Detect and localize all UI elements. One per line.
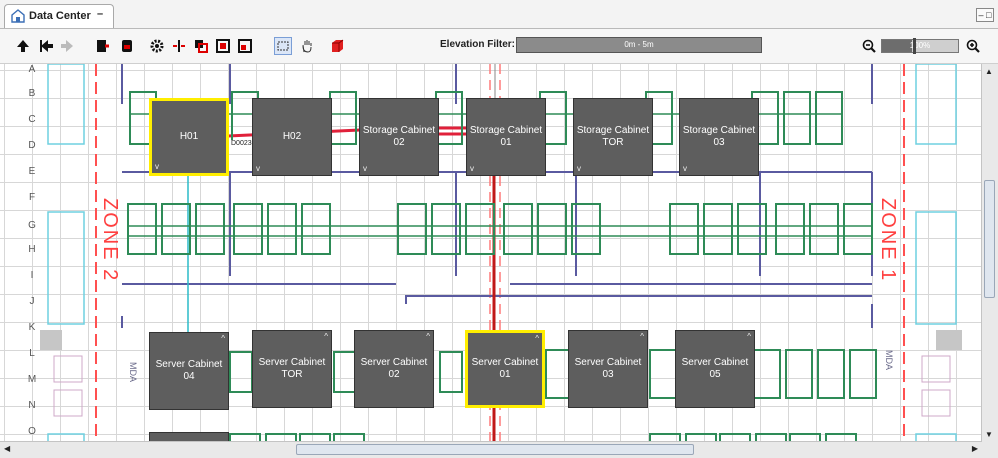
row-labels: A B C D E F G H I J K L M N O <box>0 64 38 442</box>
building-icon <box>11 9 25 23</box>
export-rack-icon[interactable] <box>94 37 112 55</box>
toolbar: Elevation Filter: 0m - 5m 100% <box>0 29 998 64</box>
collapse-caret-icon: v <box>683 164 687 174</box>
row-label: E <box>28 166 36 177</box>
mda-label-left: MDA <box>128 362 138 382</box>
collapse-caret-icon: v <box>470 164 474 174</box>
cabinet-label: Storage Cabinet 01 <box>469 125 543 148</box>
up-arrow-icon[interactable] <box>14 37 32 55</box>
cabinet-server-tor[interactable]: Server Cabinet TOR ^ <box>252 330 332 408</box>
cabinet-server-02[interactable]: Server Cabinet 02 ^ <box>354 330 434 408</box>
collapse-caret-icon: v <box>155 162 159 172</box>
scroll-left-icon[interactable]: ◀ <box>4 444 10 453</box>
settings-gear-icon[interactable] <box>148 37 166 55</box>
back-arrow-icon[interactable] <box>38 37 56 55</box>
cabinet-label: Storage Cabinet TOR <box>576 125 650 148</box>
cabinet-storage-tor[interactable]: Storage Cabinet TOR v <box>573 98 653 176</box>
cabinet-server-04[interactable]: Server Cabinet 04 ^ <box>149 332 229 410</box>
cabinet-label: Server Cabinet 02 <box>360 357 428 380</box>
zoom-slider-handle[interactable] <box>913 38 916 54</box>
zoom-in-icon[interactable] <box>964 37 982 55</box>
row-label: G <box>28 220 36 231</box>
move-front-icon[interactable] <box>192 37 210 55</box>
elevation-filter-label: Elevation Filter: <box>440 39 516 50</box>
tab-minimize-button[interactable]: – <box>97 8 103 20</box>
cabinet-label: Server Cabinet 04 <box>155 359 223 382</box>
row-label: K <box>28 322 36 333</box>
cabinet-h01[interactable]: H01 v <box>149 98 229 176</box>
horizontal-scrollbar[interactable]: ◀ ▶ <box>0 441 982 458</box>
cabinet-label: H02 <box>282 131 302 142</box>
row-label: F <box>28 192 36 203</box>
cabinet-label: Server Cabinet TOR <box>258 357 326 380</box>
cabinet-server-03[interactable]: Server Cabinet 03 ^ <box>568 330 648 408</box>
row-label: I <box>30 270 34 281</box>
cabinet-label: Server Cabinet 01 <box>471 357 539 380</box>
collapse-caret-icon: v <box>577 164 581 174</box>
row-label: N <box>28 400 36 411</box>
scroll-down-icon[interactable]: ▼ <box>985 430 993 439</box>
cabinet-storage-02[interactable]: Storage Cabinet 02 v <box>359 98 439 176</box>
zoom-value: 100% <box>909 41 931 50</box>
device-tag: D0023 <box>231 140 252 147</box>
row-label: O <box>28 426 36 437</box>
row-label: B <box>28 88 36 99</box>
hand-pan-icon[interactable] <box>298 37 316 55</box>
window-minmax-button[interactable]: – □ <box>976 8 994 22</box>
row-label: C <box>28 114 36 125</box>
cabinet-server-01[interactable]: Server Cabinet 01 ^ <box>465 330 545 408</box>
mda-label-right: MDA <box>884 350 894 370</box>
zoom-slider[interactable]: 100% <box>881 38 959 54</box>
row-label: J <box>29 296 35 307</box>
select-tool-icon[interactable] <box>274 37 292 55</box>
expand-caret-icon: ^ <box>747 332 751 341</box>
row-label: A <box>28 64 36 75</box>
tab-bar: Data Center – – □ <box>0 0 998 29</box>
scroll-corner <box>982 442 998 458</box>
move-back-icon[interactable] <box>214 37 232 55</box>
zoom-out-icon[interactable] <box>860 37 878 55</box>
cabinet-server-05[interactable]: Server Cabinet 05 ^ <box>675 330 755 408</box>
elevation-filter-slider[interactable]: 0m - 5m <box>516 37 762 53</box>
cabinet-label: Storage Cabinet 03 <box>682 125 756 148</box>
scroll-right-icon[interactable]: ▶ <box>972 444 978 453</box>
horizontal-scroll-thumb[interactable] <box>296 444 694 455</box>
collapse-caret-icon: v <box>256 164 260 174</box>
row-label: L <box>29 348 35 359</box>
row-label: H <box>28 244 36 255</box>
tab-data-center[interactable]: Data Center – <box>4 4 114 28</box>
cabinet-storage-03[interactable]: Storage Cabinet 03 v <box>679 98 759 176</box>
vertical-scrollbar[interactable]: ▲ ▼ <box>981 64 998 442</box>
cabinet-h02[interactable]: H02 v <box>252 98 332 176</box>
cabinet-storage-01[interactable]: Storage Cabinet 01 v <box>466 98 546 176</box>
row-label: D <box>28 140 36 151</box>
forward-arrow-icon[interactable] <box>58 37 76 55</box>
row-label: M <box>27 374 37 385</box>
print-icon[interactable] <box>118 37 136 55</box>
split-icon[interactable] <box>170 37 188 55</box>
expand-caret-icon: ^ <box>535 334 539 343</box>
collapse-caret-icon: v <box>363 164 367 174</box>
expand-caret-icon: ^ <box>221 334 225 343</box>
expand-caret-icon: ^ <box>324 332 328 341</box>
cabinet-label: Server Cabinet 05 <box>681 357 749 380</box>
zone-label-right: ZONE 1 <box>877 198 899 283</box>
expand-caret-icon: ^ <box>426 332 430 341</box>
expand-caret-icon: ^ <box>640 332 644 341</box>
zone-label-left: ZONE 2 <box>99 198 121 283</box>
align-icon[interactable] <box>236 37 254 55</box>
cabinet-label: Server Cabinet 03 <box>574 357 642 380</box>
cabinet-label: Storage Cabinet 02 <box>362 125 436 148</box>
add-cabinet-icon[interactable] <box>328 37 346 55</box>
scroll-up-icon[interactable]: ▲ <box>985 67 993 76</box>
vertical-scroll-thumb[interactable] <box>984 180 995 298</box>
cabinet-label: H01 <box>179 131 199 142</box>
tab-title: Data Center <box>29 10 91 22</box>
